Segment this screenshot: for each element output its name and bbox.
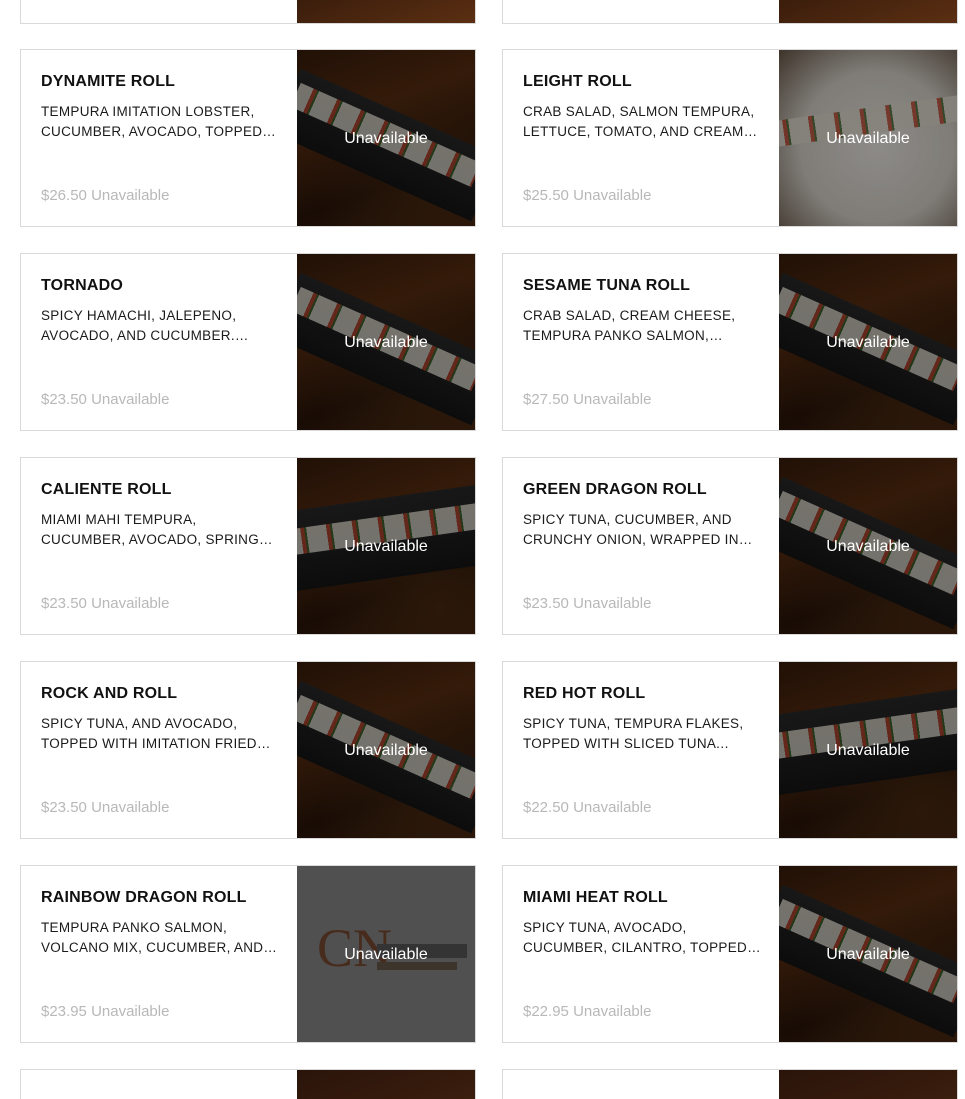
unavailable-overlay-label: Unavailable: [826, 334, 910, 351]
item-description: SPICY TUNA, TEMPURA FLAKES, TOPPED WITH …: [523, 716, 744, 751]
item-status: Unavailable: [91, 187, 170, 204]
item-description: TEMPURA PANKO SALMON, VOLCANO MIX, CUCUM…: [41, 920, 278, 955]
unavailable-overlay-label: Unavailable: [826, 742, 910, 759]
unavailable-overlay-label: Unavailable: [826, 946, 910, 963]
item-status: Unavailable: [91, 799, 170, 816]
menu-item-card[interactable]: ROCK AND ROLL SPICY TUNA, AND AVOCADO, TO…: [20, 661, 476, 839]
food-image: Unavailable: [297, 662, 475, 838]
unavailable-overlay-label: Unavailable: [344, 946, 428, 963]
item-info: SESAME TUNA ROLL CRAB SALAD, CREAM CHEESE…: [523, 254, 761, 430]
item-price: $22.50: [523, 799, 569, 816]
menu-item-card[interactable]: MIAMI HEAT ROLL SPICY TUNA, AVOCADO, CUCU…: [502, 865, 958, 1043]
food-image: [297, 1070, 475, 1099]
item-status: Unavailable: [573, 1003, 652, 1020]
unavailable-overlay-label: Unavailable: [344, 742, 428, 759]
menu-item-card[interactable]: SESAME TUNA ROLL CRAB SALAD, CREAM CHEESE…: [502, 253, 958, 431]
item-price: $23.50: [41, 595, 87, 612]
unavailable-overlay-label: Unavailable: [344, 334, 428, 351]
item-price-line: $22.95 Unavailable: [523, 1003, 651, 1020]
item-info: GREEN DRAGON ROLL SPICY TUNA, CUCUMBER, A…: [523, 458, 761, 634]
item-price-line: $23.50 Unavailable: [41, 595, 169, 612]
food-image: Unavailable: [779, 458, 957, 634]
food-image: CN Unavailable: [297, 866, 475, 1042]
item-price-line: $23.50 Unavailable: [41, 391, 169, 408]
menu-item-card[interactable]: GREEN DRAGON ROLL SPICY TUNA, CUCUMBER, A…: [502, 457, 958, 635]
item-description: SPICY TUNA, AND AVOCADO, TOPPED WITH IMI…: [41, 716, 271, 751]
menu-item-card[interactable]: TORNADO SPICY HAMACHI, JALEPENO, AVOCADO,…: [20, 253, 476, 431]
item-description: SPICY TUNA, CUCUMBER, AND CRUNCHY ONION,…: [523, 512, 753, 547]
menu-item-card[interactable]: LEIGHT ROLL CRAB SALAD, SALMON TEMPURA, L…: [502, 49, 958, 227]
item-price-line: $25.50 Unavailable: [523, 187, 651, 204]
item-price-line: $23.50 Unavailable: [41, 799, 169, 816]
item-description: SPICY TUNA, AVOCADO, CUCUMBER, CILANTRO,…: [523, 920, 761, 955]
food-image: Unavailable: [779, 50, 957, 226]
item-name: LEIGHT ROLL: [523, 73, 632, 90]
item-name: RAINBOW DRAGON ROLL: [41, 889, 247, 906]
menu-item-card[interactable]: DYNAMITE ROLL TEMPURA IMITATION LOBSTER, …: [20, 49, 476, 227]
item-info: DYNAMITE ROLL TEMPURA IMITATION LOBSTER, …: [41, 50, 279, 226]
food-image: Unavailable: [297, 254, 475, 430]
item-status: Unavailable: [573, 799, 652, 816]
item-info: RED HOT ROLL SPICY TUNA, TEMPURA FLAKES, …: [523, 662, 761, 838]
item-info: LEIGHT ROLL CRAB SALAD, SALMON TEMPURA, L…: [523, 50, 761, 226]
item-description: CRAB SALAD, CREAM CHEESE, TEMPURA PANKO …: [523, 308, 736, 343]
item-price: $25.50: [523, 187, 569, 204]
food-image: [779, 0, 957, 23]
item-price-line: $23.50 Unavailable: [523, 595, 651, 612]
item-info: RAINBOW DRAGON ROLL TEMPURA PANKO SALMON,…: [41, 866, 279, 1042]
menu-item-card-partial[interactable]: [20, 0, 476, 24]
menu-item-card-partial[interactable]: [20, 1069, 476, 1099]
item-status: Unavailable: [573, 595, 652, 612]
item-info: MIAMI HEAT ROLL SPICY TUNA, AVOCADO, CUCU…: [523, 866, 761, 1042]
item-status: Unavailable: [91, 391, 170, 408]
item-price-line: $26.50 Unavailable: [41, 187, 169, 204]
item-price: $23.50: [41, 799, 87, 816]
item-name: DYNAMITE ROLL: [41, 73, 176, 90]
item-price: $26.50: [41, 187, 87, 204]
item-name: TORNADO: [41, 277, 123, 294]
item-name: RED HOT ROLL: [523, 685, 646, 702]
item-price: $23.50: [41, 391, 87, 408]
item-name: SESAME TUNA ROLL: [523, 277, 691, 294]
food-image: Unavailable: [297, 50, 475, 226]
item-name: ROCK AND ROLL: [41, 685, 178, 702]
unavailable-overlay-label: Unavailable: [826, 538, 910, 555]
item-price: $23.95: [41, 1003, 87, 1020]
item-price: $27.50: [523, 391, 569, 408]
item-status: Unavailable: [91, 1003, 170, 1020]
item-price: $23.50: [523, 595, 569, 612]
food-image: Unavailable: [779, 866, 957, 1042]
unavailable-overlay-label: Unavailable: [344, 130, 428, 147]
food-image: [297, 0, 475, 23]
food-image: Unavailable: [297, 458, 475, 634]
unavailable-overlay-label: Unavailable: [344, 538, 428, 555]
food-image: Unavailable: [779, 254, 957, 430]
item-description: CRAB SALAD, SALMON TEMPURA, LETTUCE, TOM…: [523, 104, 758, 139]
item-price-line: $22.50 Unavailable: [523, 799, 651, 816]
item-description: TEMPURA IMITATION LOBSTER, CUCUMBER, AVO…: [41, 104, 277, 139]
item-info: CALIENTE ROLL MIAMI MAHI TEMPURA, CUCUMBE…: [41, 458, 279, 634]
item-status: Unavailable: [91, 595, 170, 612]
food-image: [779, 1070, 957, 1099]
item-info: ROCK AND ROLL SPICY TUNA, AND AVOCADO, TO…: [41, 662, 279, 838]
item-name: CALIENTE ROLL: [41, 481, 172, 498]
item-price-line: $23.95 Unavailable: [41, 1003, 169, 1020]
menu-item-card[interactable]: RAINBOW DRAGON ROLL TEMPURA PANKO SALMON,…: [20, 865, 476, 1043]
item-status: Unavailable: [573, 187, 652, 204]
menu-item-card-partial[interactable]: [502, 1069, 958, 1099]
item-name: MIAMI HEAT ROLL: [523, 889, 668, 906]
item-description: MIAMI MAHI TEMPURA, CUCUMBER, AVOCADO, S…: [41, 512, 273, 547]
item-info: TORNADO SPICY HAMACHI, JALEPENO, AVOCADO,…: [41, 254, 279, 430]
item-price-line: $27.50 Unavailable: [523, 391, 651, 408]
menu-item-card[interactable]: RED HOT ROLL SPICY TUNA, TEMPURA FLAKES, …: [502, 661, 958, 839]
menu-item-card[interactable]: CALIENTE ROLL MIAMI MAHI TEMPURA, CUCUMBE…: [20, 457, 476, 635]
item-status: Unavailable: [573, 391, 652, 408]
item-description: SPICY HAMACHI, JALEPENO, AVOCADO, AND CU…: [41, 308, 249, 343]
item-name: GREEN DRAGON ROLL: [523, 481, 707, 498]
unavailable-overlay-label: Unavailable: [826, 130, 910, 147]
menu-item-card-partial[interactable]: [502, 0, 958, 24]
food-image: Unavailable: [779, 662, 957, 838]
item-price: $22.95: [523, 1003, 569, 1020]
